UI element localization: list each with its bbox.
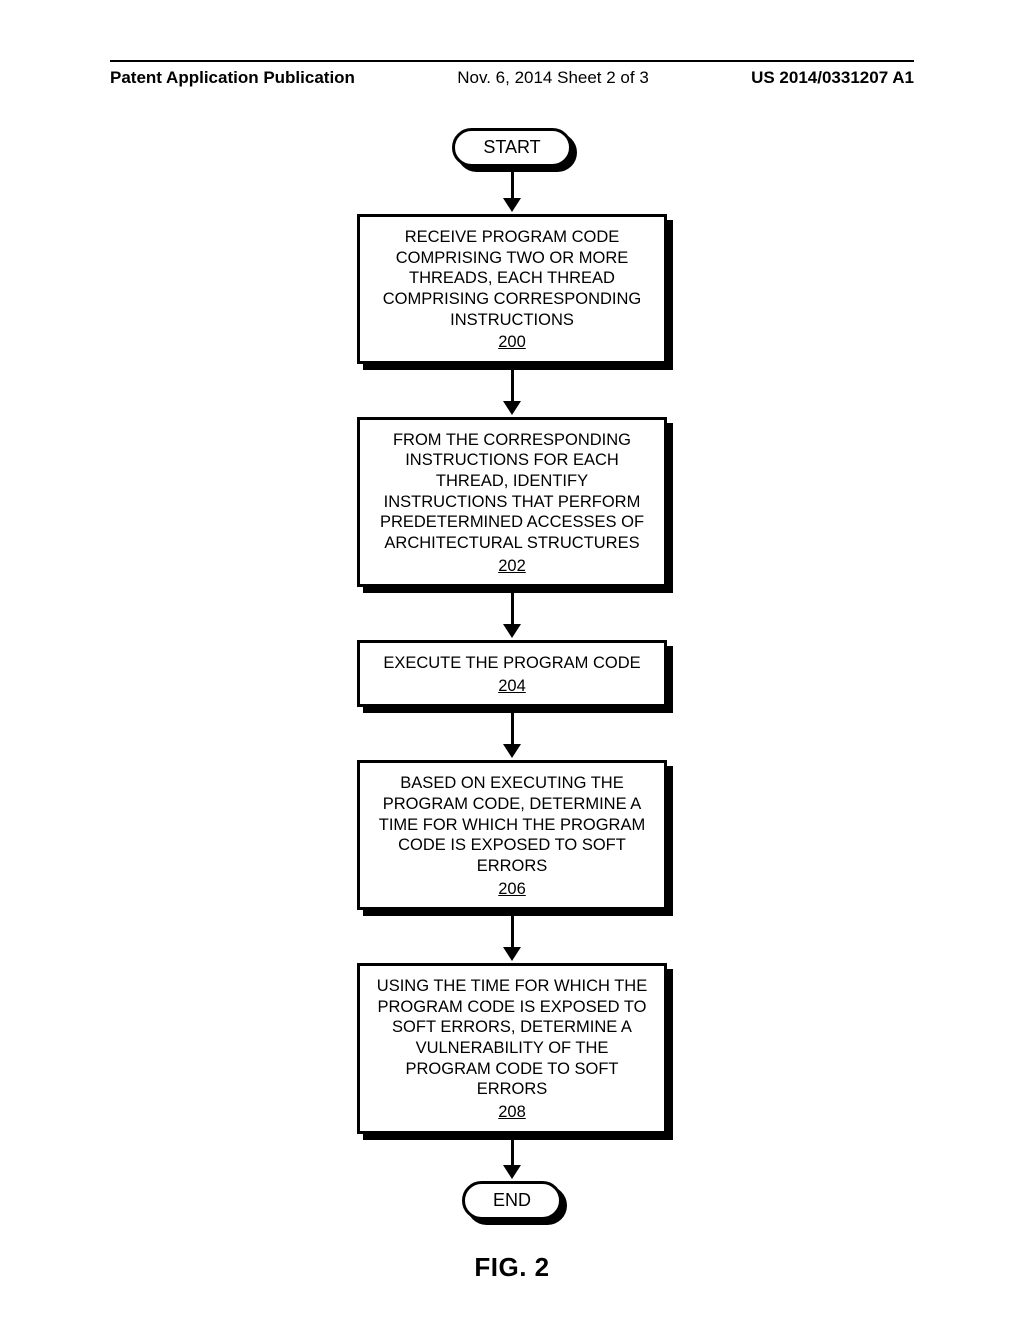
step-box: USING THE TIME FOR WHICH THE PROGRAM COD… (357, 963, 667, 1133)
start-label: START (452, 128, 571, 167)
step-ref: 206 (374, 879, 650, 900)
flowchart: START RECEIVE PROGRAM CODE COMPRISING TW… (110, 128, 914, 1220)
step-208: USING THE TIME FOR WHICH THE PROGRAM COD… (357, 963, 667, 1133)
step-202: FROM THE CORRESPONDING INSTRUCTIONS FOR … (357, 417, 667, 587)
header-mid: Nov. 6, 2014 Sheet 2 of 3 (457, 68, 649, 88)
arrow-head-icon (503, 1165, 521, 1179)
header-rule (110, 60, 914, 62)
step-text: USING THE TIME FOR WHICH THE PROGRAM COD… (377, 977, 647, 1098)
arrow-head-icon (503, 744, 521, 758)
arrow-icon (503, 169, 521, 212)
step-204: EXECUTE THE PROGRAM CODE 204 (357, 640, 667, 707)
step-ref: 202 (374, 556, 650, 577)
step-box: FROM THE CORRESPONDING INSTRUCTIONS FOR … (357, 417, 667, 587)
arrow-head-icon (503, 624, 521, 638)
arrow-stem (511, 1136, 514, 1166)
step-text: FROM THE CORRESPONDING INSTRUCTIONS FOR … (380, 431, 644, 552)
arrow-stem (511, 169, 514, 199)
header-left: Patent Application Publication (110, 68, 355, 88)
step-text: BASED ON EXECUTING THE PROGRAM CODE, DET… (379, 774, 645, 875)
end-terminal: END (462, 1181, 562, 1220)
arrow-head-icon (503, 198, 521, 212)
step-text: EXECUTE THE PROGRAM CODE (383, 654, 640, 672)
step-ref: 200 (374, 332, 650, 353)
step-206: BASED ON EXECUTING THE PROGRAM CODE, DET… (357, 760, 667, 910)
arrow-icon (503, 589, 521, 638)
arrow-stem (511, 709, 514, 745)
arrow-icon (503, 912, 521, 961)
arrow-head-icon (503, 947, 521, 961)
step-box: RECEIVE PROGRAM CODE COMPRISING TWO OR M… (357, 214, 667, 364)
start-terminal: START (452, 128, 571, 167)
arrow-head-icon (503, 401, 521, 415)
step-box: EXECUTE THE PROGRAM CODE 204 (357, 640, 667, 707)
step-ref: 208 (374, 1102, 650, 1123)
step-200: RECEIVE PROGRAM CODE COMPRISING TWO OR M… (357, 214, 667, 364)
arrow-icon (503, 709, 521, 758)
arrow-icon (503, 366, 521, 415)
step-box: BASED ON EXECUTING THE PROGRAM CODE, DET… (357, 760, 667, 910)
arrow-icon (503, 1136, 521, 1179)
page: Patent Application Publication Nov. 6, 2… (0, 0, 1024, 1320)
arrow-stem (511, 589, 514, 625)
step-ref: 204 (374, 676, 650, 697)
step-text: RECEIVE PROGRAM CODE COMPRISING TWO OR M… (383, 228, 642, 329)
end-label: END (462, 1181, 562, 1220)
header-row: Patent Application Publication Nov. 6, 2… (110, 68, 914, 88)
arrow-stem (511, 366, 514, 402)
header-right: US 2014/0331207 A1 (751, 68, 914, 88)
figure-label: FIG. 2 (110, 1252, 914, 1283)
arrow-stem (511, 912, 514, 948)
